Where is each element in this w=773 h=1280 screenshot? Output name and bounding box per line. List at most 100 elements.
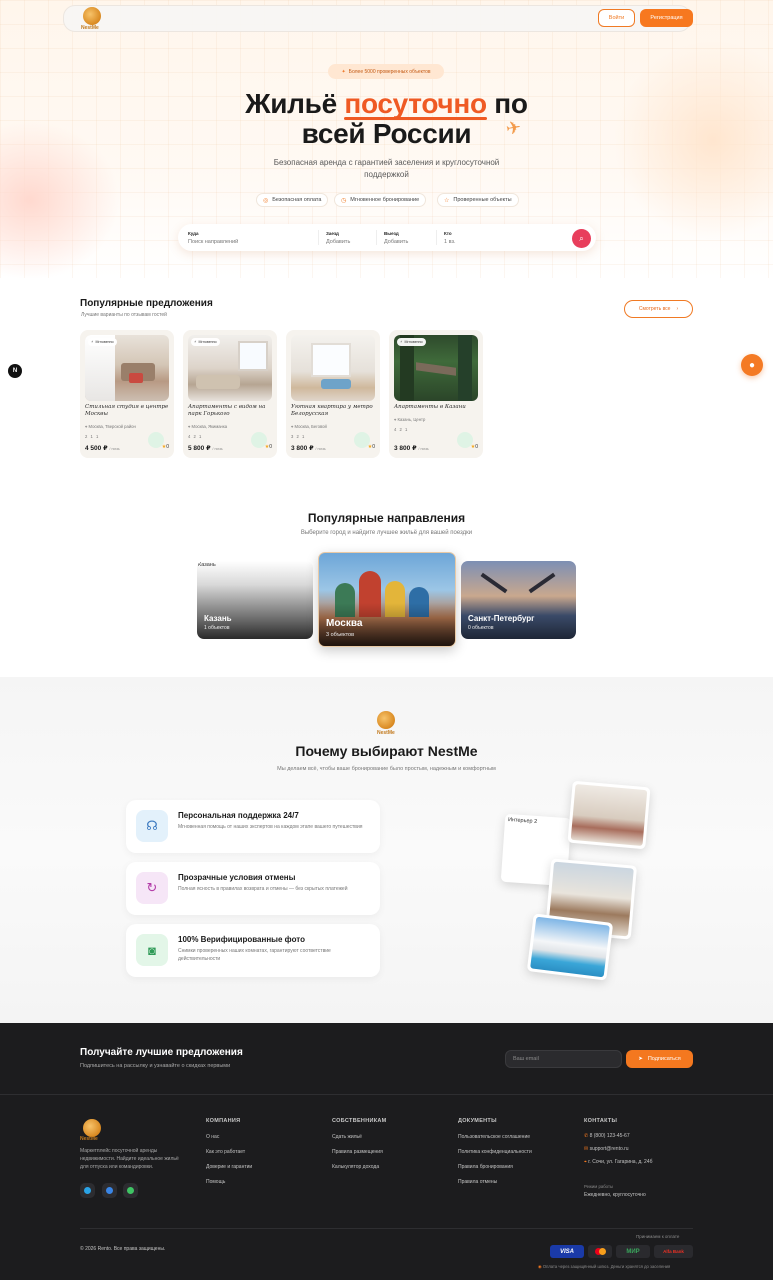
footer-address: ⌖ г. Сочи, ул. Гагарина, д. 24б (584, 1159, 652, 1165)
search-checkin-field[interactable]: Заезд Добавить (326, 231, 350, 245)
telegram-icon[interactable] (80, 1183, 95, 1198)
footer-link[interactable]: Правила размещения (332, 1149, 383, 1155)
destinations-title: Популярные направления (307, 511, 466, 525)
chat-button[interactable]: ● (741, 354, 763, 376)
offer-price-unit: / ночь (212, 447, 223, 451)
offer-price-unit: / ночь (418, 447, 429, 451)
footer-link[interactable]: Правила бронирования (458, 1164, 513, 1170)
instant-badge-label: Мгновенно (95, 340, 114, 344)
send-icon: ➤ (638, 1056, 643, 1062)
see-all-button[interactable]: Смотреть все › (624, 300, 693, 318)
camera-icon: ◙ (136, 934, 168, 966)
destination-name: Казань (204, 614, 232, 623)
why-card-cancel: ↻ Прозрачные условия отмены Полная яснос… (126, 862, 380, 915)
offer-image (291, 335, 375, 401)
photo-alt-text: Интерьер 2 (507, 816, 538, 826)
footer-email[interactable]: ✉ support@rento.ru (584, 1146, 629, 1152)
see-all-label: Смотреть все (638, 306, 671, 312)
why-card-title: Прозрачные условия отмены (178, 873, 296, 882)
destination-card-moscow[interactable]: Москва 3 объектов (318, 552, 456, 647)
search-button[interactable]: ⌕ (572, 229, 591, 248)
footer-link[interactable]: Помощь (206, 1179, 225, 1185)
offer-image: ⚡ Мгновенно (85, 335, 169, 401)
vk-icon[interactable] (102, 1183, 117, 1198)
search-guests-value[interactable]: 1 вз. (444, 239, 456, 245)
bolt-icon: ⚡ (400, 340, 403, 344)
footer-owners-title: СОБСТВЕННИКАМ (332, 1118, 387, 1124)
offer-card[interactable]: ⚡ Мгновенно Апартаменты с видом на парк Г… (183, 330, 277, 458)
offer-rating: ★0 (471, 444, 478, 450)
next-dev-badge[interactable]: N (8, 364, 22, 378)
footer-link[interactable]: Правила отмены (458, 1179, 497, 1185)
register-button[interactable]: Регистрация (640, 9, 693, 27)
headset-icon: ☊ (136, 810, 168, 842)
hero-title-line2: всей России (301, 118, 472, 149)
offer-card[interactable]: ⚡ Мгновенно Апартаменты в Казани ⌖ Казань… (389, 330, 483, 458)
footer-about: Маркетплейс посуточной аренды недвижимос… (80, 1148, 179, 1170)
search-checkout-value[interactable]: Добавить (384, 239, 408, 245)
search-checkin-value[interactable]: Добавить (326, 239, 350, 245)
why-card-support: ☊ Персональная поддержка 24/7 Мгновенная… (126, 800, 380, 853)
destination-image-alt: Казань (198, 562, 216, 568)
footer-contacts-title: КОНТАКТЫ (584, 1118, 618, 1124)
offer-price-unit: / ночь (315, 447, 326, 451)
newsletter-subtitle: Подпишитесь на рассылку и узнавайте о ск… (80, 1063, 231, 1069)
interior-photo-1 (567, 780, 651, 850)
feature-label: Безопасная оплата (272, 197, 322, 203)
subscribe-button[interactable]: ➤ Подписаться (626, 1050, 693, 1068)
footer-divider (0, 1094, 773, 1095)
footer-link[interactable]: Политика конфиденциальности (458, 1149, 532, 1155)
footer-link[interactable]: Калькулятор дохода (332, 1164, 379, 1170)
offer-price-value: 4 500 ₽ (85, 445, 108, 452)
search-where-input[interactable]: Поиск направлений (188, 239, 238, 245)
destination-count: 1 объектов (204, 625, 230, 631)
offer-rating-value: 0 (475, 444, 478, 450)
footer-email-text: support@rento.ru (589, 1146, 629, 1152)
instant-badge-label: Мгновенно (198, 340, 217, 344)
offer-price-value: 3 800 ₽ (291, 445, 314, 452)
hero-subtitle: Безопасная аренда с гарантией заселения … (273, 158, 500, 179)
instant-badge-label: Мгновенно (404, 340, 423, 344)
search-icon: ⌕ (579, 233, 584, 243)
footer-link[interactable]: Как это работает (206, 1149, 245, 1155)
logo-icon[interactable] (83, 1119, 101, 1137)
offer-price: 3 800 ₽ / ночь (394, 444, 429, 452)
feature-instant-booking: ◷ Мгновенное бронирование (334, 193, 427, 207)
mastercard-logo (588, 1245, 612, 1258)
footer-link[interactable]: О нас (206, 1134, 219, 1140)
login-button[interactable]: Войти (598, 9, 635, 27)
divider (436, 230, 437, 245)
footer-link[interactable]: Пользовательское соглашение (458, 1134, 530, 1140)
destination-card-kazan[interactable]: Казань Казань 1 объектов (197, 561, 313, 639)
offer-location-text: Казань, Центр (397, 417, 426, 422)
pay-label: Принимаем к оплате (636, 1234, 680, 1239)
why-card-desc: Снимки проверенных наших комнатах, гаран… (178, 948, 331, 962)
footer-hours-label: Режим работы (584, 1184, 614, 1189)
footer-address-text: г. Сочи, ул. Гагарина, д. 24б (588, 1159, 653, 1165)
logo-icon[interactable] (83, 7, 101, 25)
footer-link[interactable]: Доверие и гарантии (206, 1164, 252, 1170)
star-outline-icon: ☆ (444, 197, 450, 204)
search-checkout-field[interactable]: Выезд Добавить (384, 231, 408, 245)
chevron-right-icon: › (676, 306, 679, 312)
offer-rating-value: 0 (372, 444, 375, 450)
whatsapp-icon[interactable] (123, 1183, 138, 1198)
newsletter-email-input[interactable]: Ваш email (505, 1050, 622, 1068)
search-where-field[interactable]: Куда Поиск направлений (188, 231, 238, 245)
footer-link[interactable]: Сдать жильё (332, 1134, 362, 1140)
offer-location: ⌖ Москва, Беговой (291, 424, 327, 429)
why-card-desc: Полная ясность в правилах возврата и отм… (178, 886, 348, 892)
search-guests-field[interactable]: Кто 1 вз. (444, 231, 456, 245)
offer-card[interactable]: Уютная квартира у метро Белорусская ⌖ Мо… (286, 330, 380, 458)
destination-card-spb[interactable]: Санкт-Петербург 0 объектов (461, 561, 576, 639)
footer-phone[interactable]: ✆ 8 (800) 123-45-67 (584, 1133, 630, 1139)
offer-price: 3 800 ₽ / ночь (291, 444, 326, 452)
why-subtitle: Мы делаем всё, чтобы ваше бронирование б… (277, 766, 496, 772)
hero-title-part2: по (486, 88, 528, 119)
offer-card[interactable]: ⚡ Мгновенно Стильная студия в центре Моск… (80, 330, 174, 458)
instant-badge: ⚡ Мгновенно (191, 338, 220, 346)
hero-badge: ✦ Более 5000 проверенных объектов (328, 64, 444, 79)
search-where-label: Куда (188, 231, 199, 236)
offer-location-text: Москва, Якиманка (191, 424, 228, 429)
footer-brand: NestMe (80, 1136, 98, 1142)
